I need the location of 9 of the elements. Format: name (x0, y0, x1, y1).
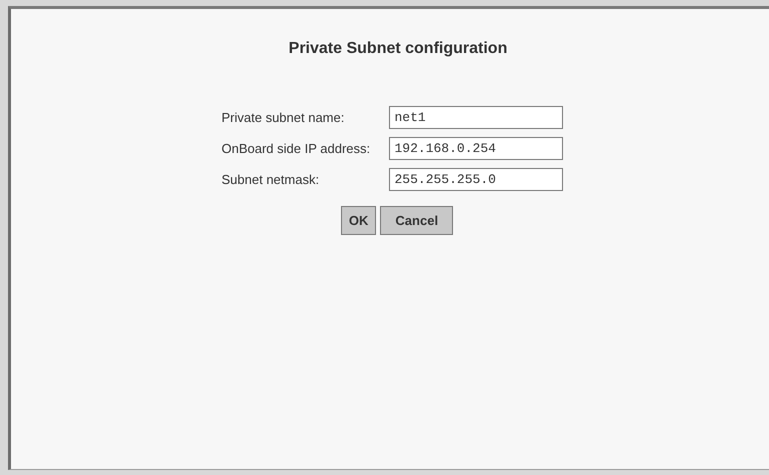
cancel-button[interactable]: Cancel (380, 206, 454, 235)
dialog-title: Private Subnet configuration (288, 40, 508, 58)
ok-button[interactable]: OK (340, 206, 376, 235)
field-label: Private subnet name: (222, 110, 346, 125)
input-field[interactable]: 255.255.255.0 (388, 168, 562, 191)
input-field[interactable]: net1 (388, 106, 562, 129)
input-field[interactable]: 192.168.0.254 (388, 137, 562, 160)
field-label: Subnet netmask: (222, 172, 320, 187)
field-label: OnBoard side IP address: (222, 141, 372, 156)
